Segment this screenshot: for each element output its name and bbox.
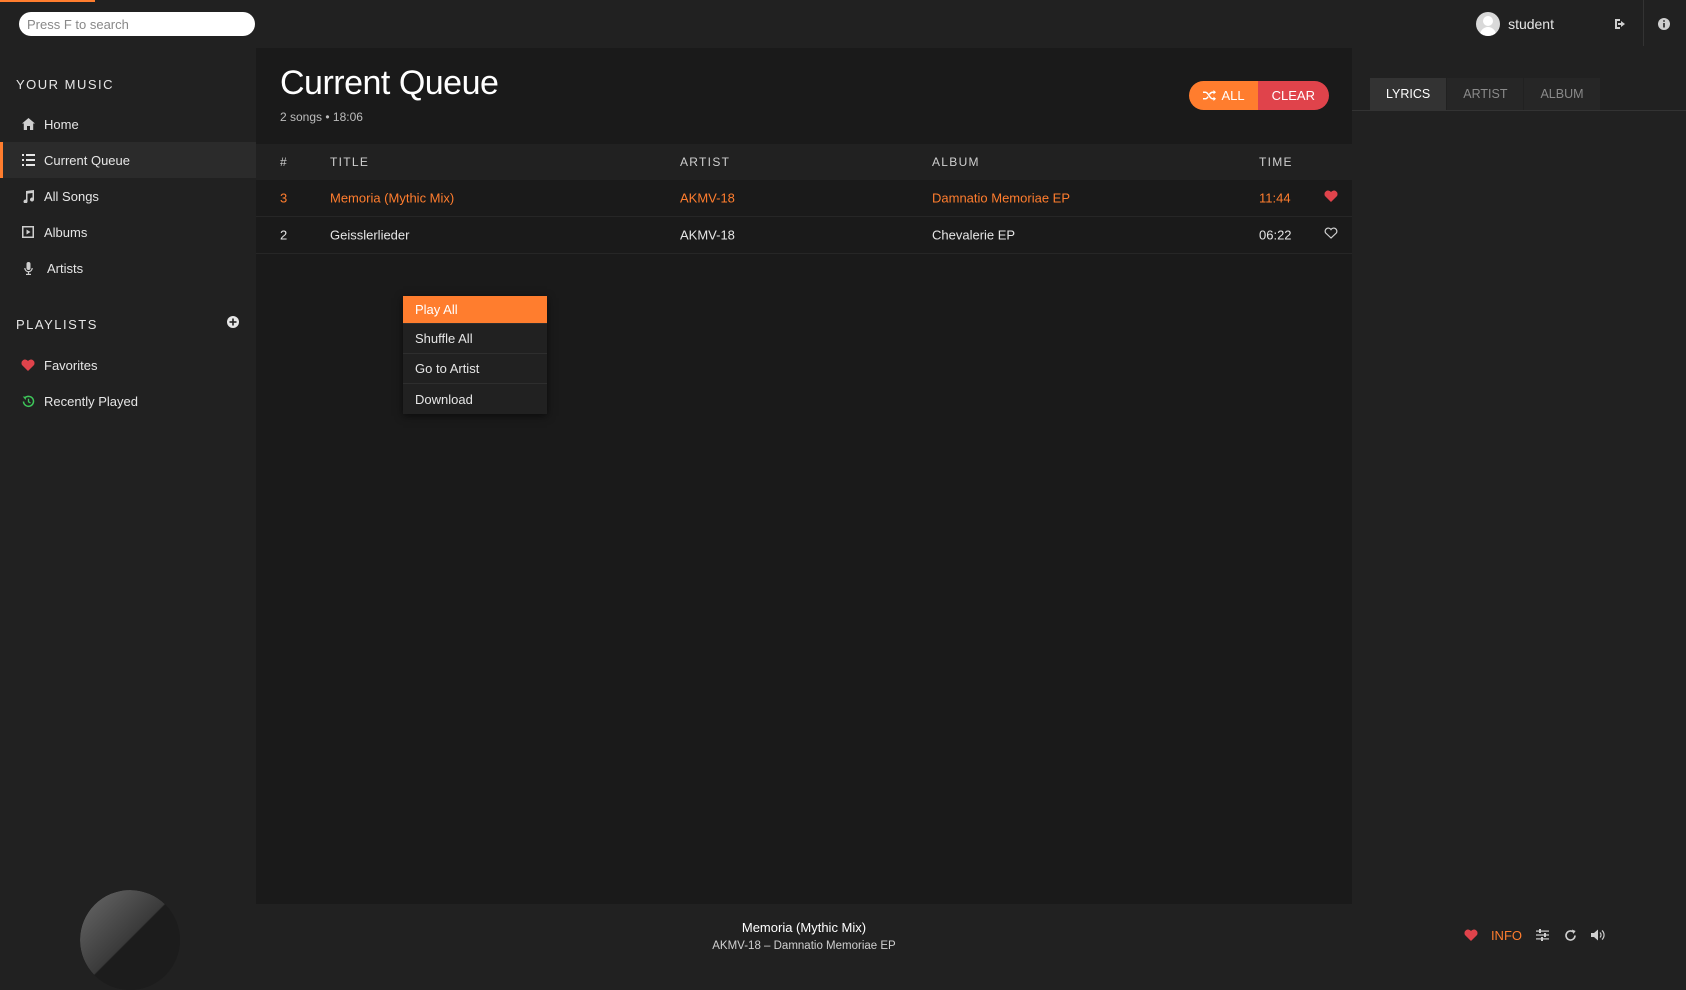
queue-actions: ALL CLEAR [1188,81,1329,110]
context-menu-shuffle-all[interactable]: Shuffle All [403,324,547,354]
heart-outline-icon[interactable] [1324,227,1340,243]
sidebar-item-home[interactable]: Home [0,106,256,142]
queue-meta: 2 songs • 18:06 [280,110,363,124]
heart-icon [20,357,36,373]
column-header-time[interactable]: TIME [1259,155,1293,169]
your-music-heading: YOUR MUSIC [16,77,115,92]
track-artist[interactable]: AKMV-18 [680,228,735,243]
heart-filled-icon[interactable] [1324,190,1340,206]
now-playing-subtitle: AKMV-18 – Damnatio Memoriae EP [712,940,896,952]
avatar [1476,12,1501,36]
track-title: Memoria (Mythic Mix) [330,190,455,206]
repeat-icon[interactable] [1562,927,1578,943]
queue-table: # TITLE ARTIST ALBUM TIME 3 Memoria (Myt… [256,144,1352,254]
equalizer-icon[interactable] [1534,927,1550,943]
sidebar-item-label: Home [44,116,79,132]
context-menu-download[interactable]: Download [403,384,547,414]
top-bar: student [0,0,1686,48]
track-artist[interactable]: AKMV-18 [680,191,735,206]
table-row[interactable]: 3 Memoria (Mythic Mix) AKMV-18 Damnatio … [256,180,1352,217]
music-note-icon [20,188,36,204]
shuffle-icon [1202,90,1216,101]
tab-lyrics[interactable]: LYRICS [1370,78,1448,110]
column-header-title[interactable]: TITLE [330,155,369,169]
loading-progress-bar [0,0,95,2]
list-icon [20,152,36,168]
context-menu: Play All Shuffle All Go to Artist Downlo… [403,296,547,414]
track-time: 06:22 [1259,227,1292,243]
sidebar-item-artists[interactable]: Artists [0,250,256,286]
page-title: Current Queue [280,64,499,102]
extra-tabs: LYRICS ARTIST ALBUM [1370,78,1601,110]
context-menu-go-to-artist[interactable]: Go to Artist [403,354,547,384]
sidebar-item-label: Artists [47,260,84,276]
album-cover[interactable] [80,890,180,990]
shuffle-all-label: ALL [1221,88,1245,103]
shuffle-all-button[interactable]: ALL [1188,81,1258,110]
clear-queue-button[interactable]: CLEAR [1257,81,1329,110]
playlist-label: Favorites [44,357,98,373]
info-icon[interactable] [1656,16,1672,32]
top-divider [1643,0,1644,46]
search-input[interactable] [19,12,255,36]
logout-icon[interactable] [1612,16,1628,32]
sidebar-item-current-queue[interactable]: Current Queue [0,142,256,178]
track-number: 3 [280,190,288,206]
playlist-label: Recently Played [44,393,138,409]
sidebar-item-label: Albums [44,224,88,240]
playlists-heading: PLAYLISTS [16,317,98,332]
playlist-recently-played[interactable]: Recently Played [0,383,256,419]
extra-panel: LYRICS ARTIST ALBUM [1352,48,1686,904]
info-toggle-button[interactable]: INFO [1491,928,1522,943]
sidebar-item-label: Current Queue [44,152,130,168]
now-playing-title: Memoria (Mythic Mix) [741,920,867,935]
user-profile[interactable]: student [1476,12,1554,36]
microphone-icon [20,260,36,276]
column-header-album[interactable]: ALBUM [932,155,980,169]
player-controls: INFO [1463,927,1606,943]
tab-artist[interactable]: ARTIST [1447,78,1525,110]
context-menu-play-all[interactable]: Play All [403,296,547,324]
sidebar: YOUR MUSIC Home Current Queue All Songs … [0,48,256,968]
sidebar-item-all-songs[interactable]: All Songs [0,178,256,214]
add-playlist-icon[interactable] [226,315,240,329]
table-row[interactable]: 2 Geisslerlieder AKMV-18 Chevalerie EP 0… [256,217,1352,254]
playlist-favorites[interactable]: Favorites [0,347,256,383]
album-icon [20,224,36,240]
track-album[interactable]: Chevalerie EP [932,228,1015,243]
history-icon [20,393,36,409]
player-bar: Memoria (Mythic Mix) AKMV-18 – Damnatio … [0,890,1686,990]
like-heart-icon[interactable] [1463,927,1479,943]
volume-icon[interactable] [1590,927,1606,943]
tab-album[interactable]: ALBUM [1524,78,1601,110]
track-time: 11:44 [1259,190,1291,206]
sidebar-item-albums[interactable]: Albums [0,214,256,250]
column-header-artist[interactable]: ARTIST [680,155,730,169]
track-title: Geisslerlieder [330,227,410,243]
tabs-divider [1352,110,1686,111]
track-number: 2 [280,227,288,243]
table-header: # TITLE ARTIST ALBUM TIME [256,144,1352,180]
track-album[interactable]: Damnatio Memoriae EP [932,191,1070,206]
column-header-number[interactable]: # [280,155,288,169]
sidebar-item-label: All Songs [44,188,99,204]
home-icon [20,116,36,132]
main-panel: Current Queue 2 songs • 18:06 ALL CLEAR … [256,48,1352,904]
username: student [1508,16,1554,32]
